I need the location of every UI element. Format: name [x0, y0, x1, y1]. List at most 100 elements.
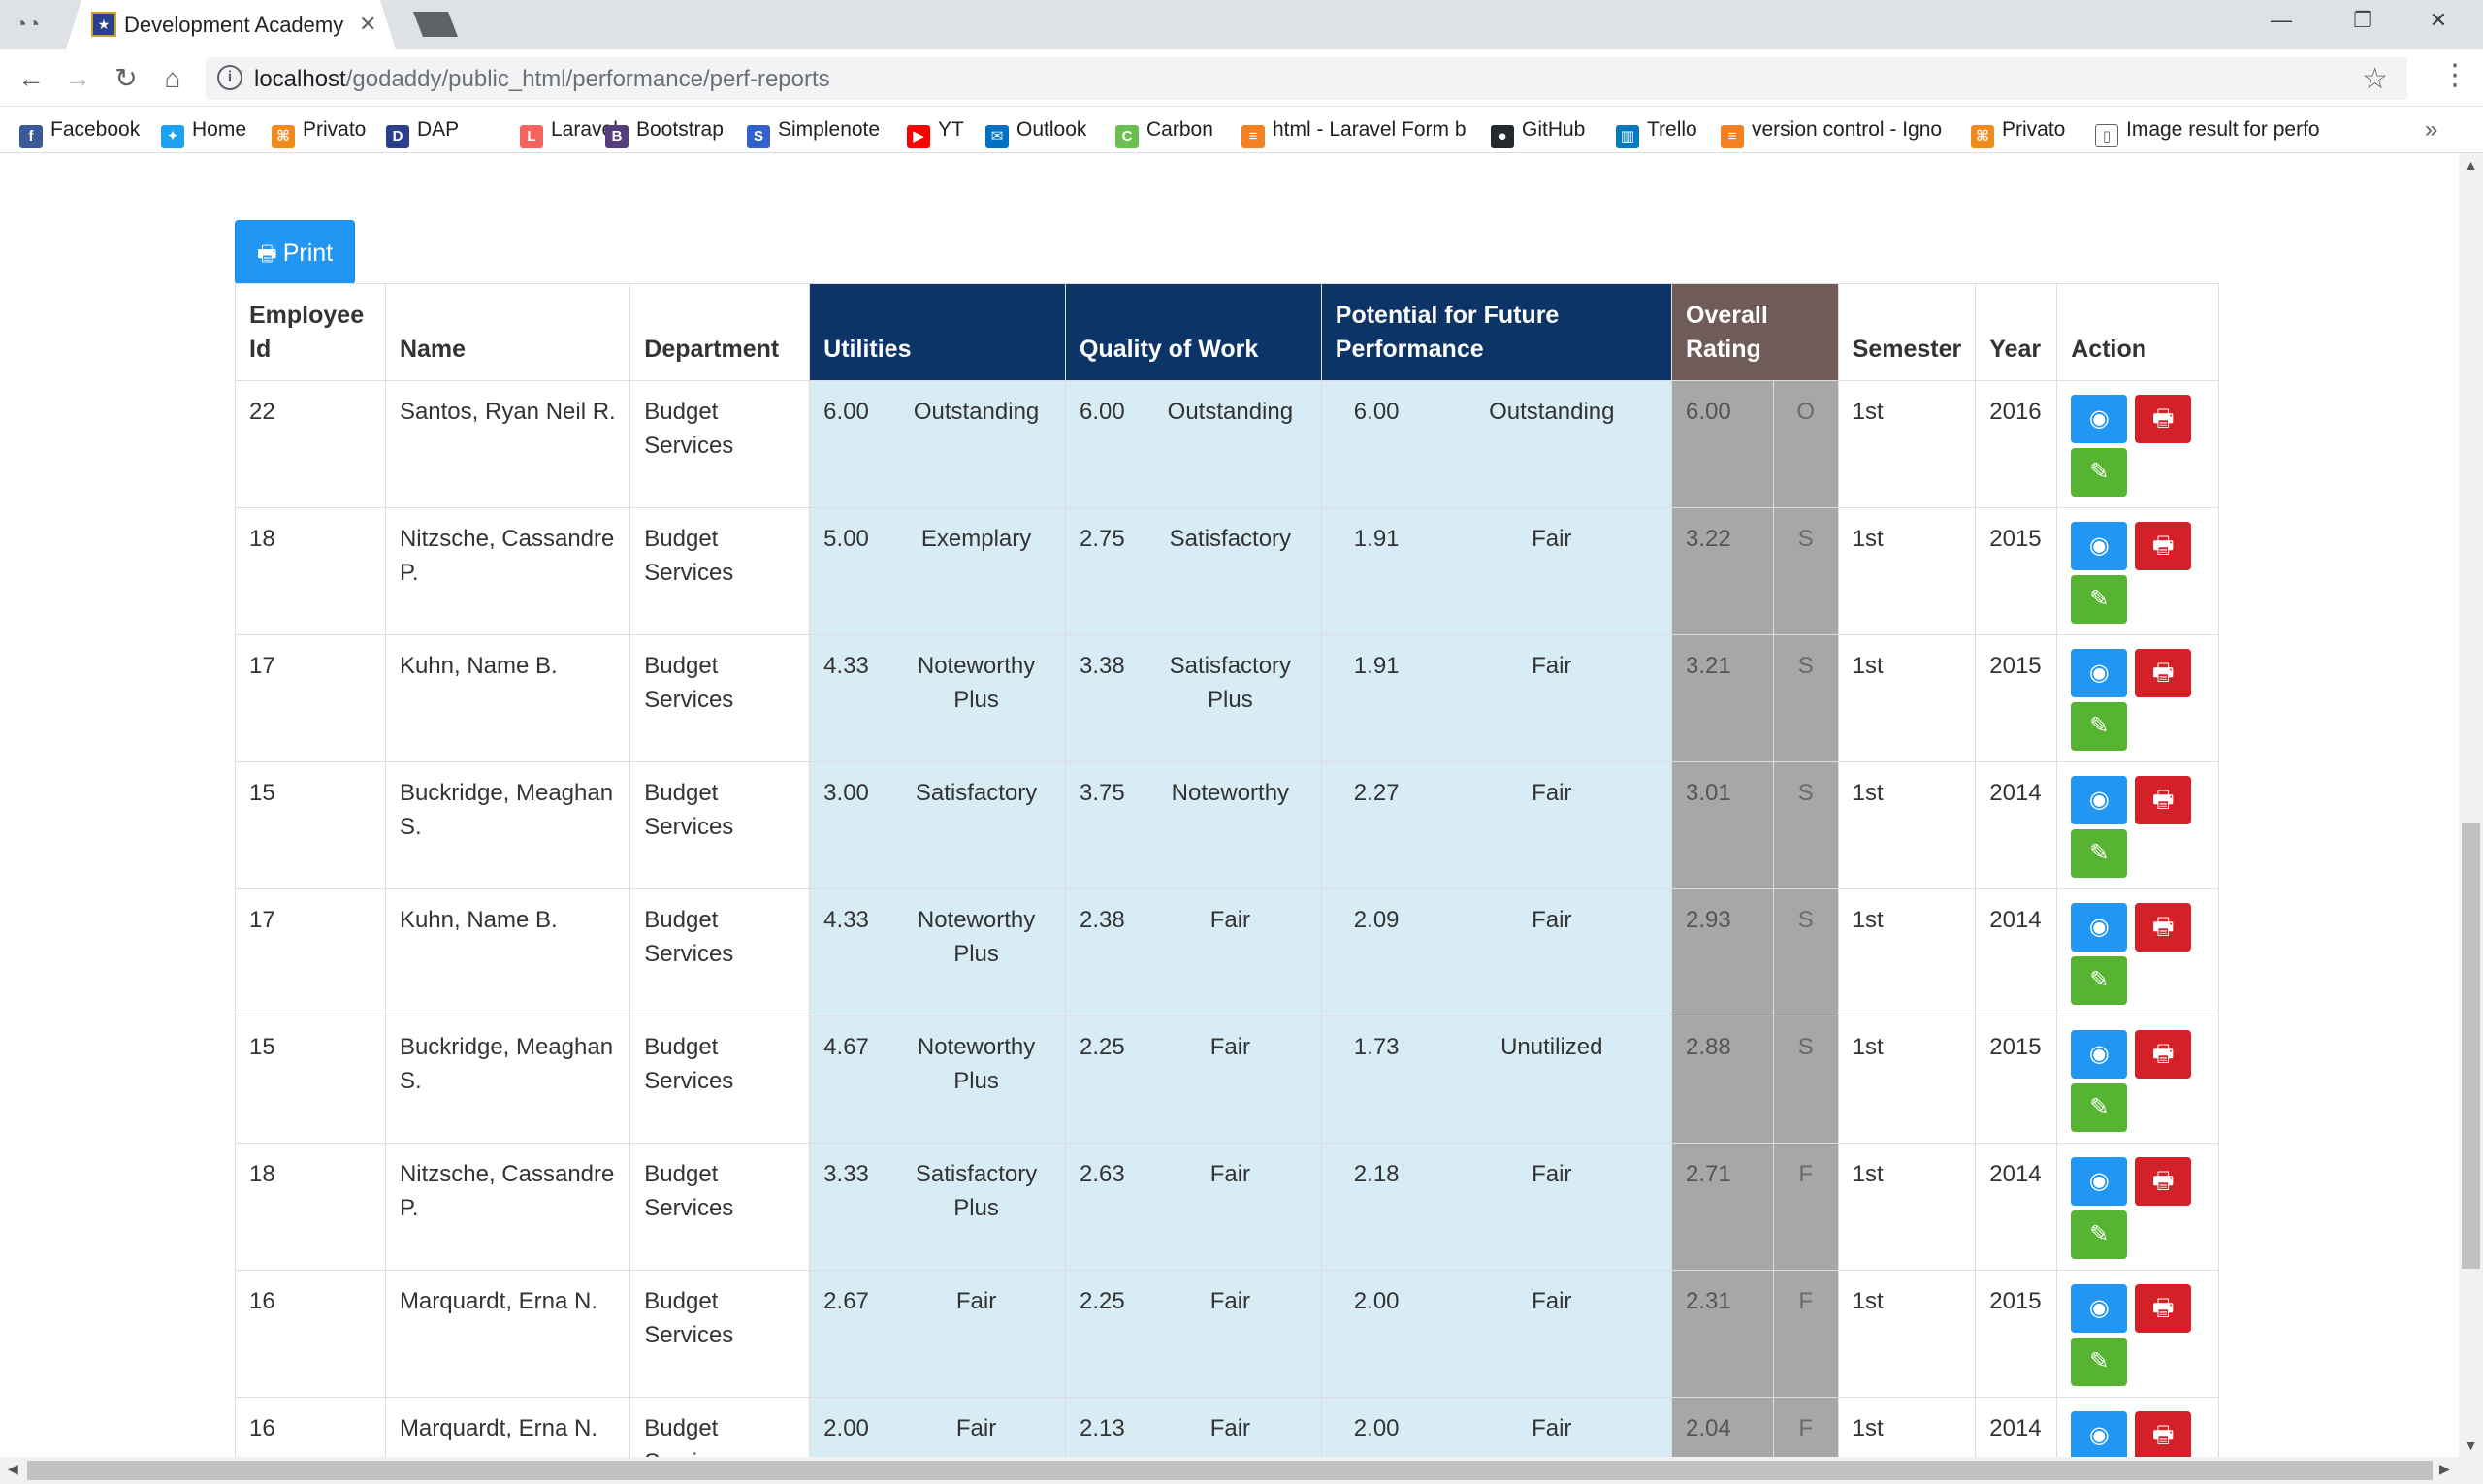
cell-overall-letter: O — [1772, 380, 1839, 508]
edit-button[interactable]: ✎ — [2071, 448, 2128, 497]
bookmark-item[interactable]: ● GitHub — [1491, 116, 1586, 148]
close-tab-icon[interactable]: ✕ — [359, 12, 376, 37]
bookmark-item[interactable]: ≡ version control - Igno — [1721, 116, 1942, 148]
print-button[interactable]: 🖶 Print — [235, 220, 355, 284]
print-row-button[interactable]: 🖶 — [2135, 522, 2192, 570]
more-bookmarks-icon[interactable]: » — [2425, 116, 2437, 144]
edit-button[interactable]: ✎ — [2071, 1210, 2128, 1259]
print-row-button[interactable]: 🖶 — [2135, 1157, 2192, 1206]
bookmark-label: html - Laravel Form b — [1273, 118, 1467, 141]
forward-arrow-icon[interactable]: → — [60, 61, 95, 96]
view-button[interactable]: ◉ — [2071, 903, 2128, 952]
cell-name: Nitzsche, Cassandre P. — [384, 1143, 631, 1271]
print-row-button[interactable]: 🖶 — [2135, 776, 2192, 824]
bookmark-label: Outlook — [1016, 118, 1087, 141]
cell-utilities-score: 2.00 — [809, 1397, 888, 1457]
edit-button[interactable]: ✎ — [2071, 702, 2128, 751]
view-button[interactable]: ◉ — [2071, 522, 2128, 570]
close-window-icon[interactable]: ✕ — [2419, 8, 2458, 33]
bookmark-label: Carbon — [1146, 118, 1213, 141]
print-row-button[interactable]: 🖶 — [2135, 1284, 2192, 1333]
vertical-scroll-thumb[interactable] — [2462, 823, 2480, 1269]
edit-button[interactable]: ✎ — [2071, 956, 2128, 1005]
print-row-button[interactable]: 🖶 — [2135, 395, 2192, 443]
view-button[interactable]: ◉ — [2071, 1030, 2128, 1079]
cell-year: 2014 — [1975, 1397, 2058, 1457]
cell-quality-rating: Fair — [1138, 888, 1322, 1016]
cell-utilities-rating: Noteworthy Plus — [887, 1016, 1066, 1144]
cell-utilities-score: 5.00 — [809, 507, 888, 635]
bookmark-item[interactable]: S Simplenote — [747, 116, 880, 148]
scroll-left-icon[interactable]: ◀ — [8, 1461, 18, 1477]
view-button[interactable]: ◉ — [2071, 776, 2128, 824]
home-icon[interactable]: ⌂ — [155, 61, 190, 96]
edit-icon: ✎ — [2089, 967, 2110, 993]
cell-overall-score: 6.00 — [1671, 380, 1774, 508]
restore-icon[interactable]: ❐ — [2343, 8, 2382, 33]
cell-actions: ◉ 🖶 ✎ — [2056, 888, 2219, 1016]
cell-potential-rating: Fair — [1431, 634, 1673, 762]
horizontal-scrollbar[interactable]: ◀ ▶ — [0, 1457, 2483, 1484]
cell-actions: ◉ 🖶 ✎ — [2056, 634, 2219, 762]
view-button[interactable]: ◉ — [2071, 1157, 2128, 1206]
print-row-button[interactable]: 🖶 — [2135, 1030, 2192, 1079]
minimize-icon[interactable]: — — [2262, 8, 2301, 33]
address-bar[interactable]: i localhost/godaddy/public_html/performa… — [206, 57, 2407, 100]
cell-employee-id: 18 — [235, 507, 386, 635]
header-utilities: Utilities — [809, 283, 1066, 381]
scroll-down-icon[interactable]: ▼ — [2459, 1437, 2483, 1453]
bookmark-item[interactable]: B Bootstrap — [605, 116, 724, 148]
bookmark-item[interactable]: L Laravel — [520, 116, 618, 148]
table-row: 18 Nitzsche, Cassandre P. Budget Services 3… — [235, 1143, 2219, 1271]
scroll-up-icon[interactable]: ▲ — [2459, 157, 2483, 173]
bookmark-item[interactable]: ✦ Home — [161, 116, 246, 148]
printer-icon: 🖶 — [2151, 405, 2175, 432]
header-department: Department — [629, 283, 811, 381]
print-row-button[interactable]: 🖶 — [2135, 903, 2192, 952]
view-button[interactable]: ◉ — [2071, 1411, 2128, 1457]
new-tab-button[interactable] — [413, 12, 458, 37]
bookmark-item[interactable]: ▯ Image result for perfo — [2095, 116, 2320, 147]
cell-utilities-score: 3.33 — [809, 1143, 888, 1271]
bookmark-item[interactable]: ✉ Outlook — [985, 116, 1087, 148]
edit-button[interactable]: ✎ — [2071, 1083, 2128, 1132]
reload-icon[interactable]: ↻ — [109, 61, 144, 96]
cell-potential-rating: Fair — [1431, 1270, 1673, 1398]
cell-quality-rating: Satisfactory Plus — [1138, 634, 1322, 762]
edit-button[interactable]: ✎ — [2071, 829, 2128, 878]
view-button[interactable]: ◉ — [2071, 395, 2128, 443]
cell-actions: ◉ 🖶 ✎ — [2056, 761, 2219, 889]
cell-utilities-rating: Noteworthy Plus — [887, 888, 1066, 1016]
print-row-button[interactable]: 🖶 — [2135, 649, 2192, 697]
cell-employee-id: 16 — [235, 1397, 386, 1457]
header-semester: Semester — [1837, 283, 1977, 381]
view-button[interactable]: ◉ — [2071, 649, 2128, 697]
cell-utilities-rating: Exemplary — [887, 507, 1066, 635]
menu-icon[interactable]: ⋮ — [2440, 61, 2469, 90]
info-icon[interactable]: i — [217, 65, 242, 90]
scroll-right-icon[interactable]: ▶ — [2439, 1461, 2450, 1477]
bookmark-label: Privato — [303, 118, 367, 141]
cell-utilities-score: 4.67 — [809, 1016, 888, 1144]
view-button[interactable]: ◉ — [2071, 1284, 2128, 1333]
back-arrow-icon[interactable]: ← — [14, 61, 48, 96]
bookmark-item[interactable]: ⌘ Privato — [272, 116, 367, 148]
bookmark-item[interactable]: ▶ YT — [907, 116, 964, 148]
vertical-scrollbar[interactable]: ▲ ▼ — [2459, 153, 2483, 1457]
print-row-button[interactable]: 🖶 — [2135, 1411, 2192, 1457]
bookmark-item[interactable]: ▥ Trello — [1616, 116, 1697, 148]
bookmark-item[interactable]: C Carbon — [1115, 116, 1213, 148]
cell-potential-score: 1.91 — [1320, 634, 1433, 762]
browser-tab[interactable]: ★ Development Academy o ✕ — [66, 0, 396, 49]
edit-button[interactable]: ✎ — [2071, 1338, 2128, 1386]
cell-actions: ◉ 🖶 ✎ — [2056, 380, 2219, 508]
bookmark-star-icon[interactable]: ☆ — [2362, 62, 2388, 96]
bookmark-item[interactable]: ⌘ Privato — [1971, 116, 2065, 148]
bookmark-label: GitHub — [1522, 118, 1586, 141]
cell-semester: 1st — [1837, 761, 1977, 889]
horizontal-scroll-thumb[interactable] — [27, 1461, 2433, 1480]
bookmark-item[interactable]: ≡ html - Laravel Form b — [1242, 116, 1467, 148]
bookmark-item[interactable]: f Facebook — [19, 116, 140, 148]
edit-button[interactable]: ✎ — [2071, 575, 2128, 624]
bookmark-item[interactable]: D DAP — [386, 116, 459, 148]
